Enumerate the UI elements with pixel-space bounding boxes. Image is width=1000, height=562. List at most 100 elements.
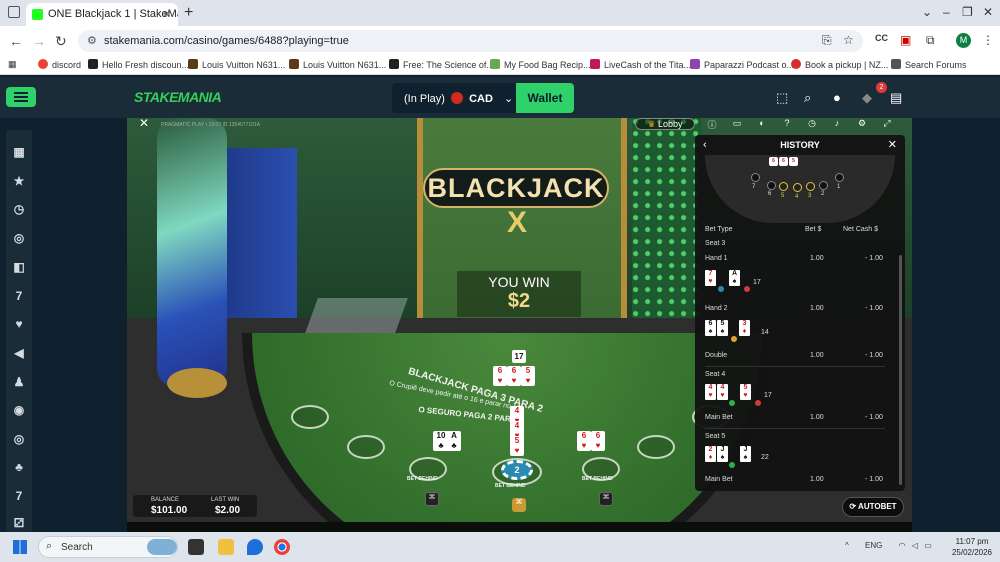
address-bar-row: ← → ↻ ⚙ stakemania.com/casino/games/6488…	[0, 26, 1000, 56]
tab-search-icon[interactable]	[8, 6, 20, 18]
windows-start-icon[interactable]	[13, 540, 27, 554]
bookmark-favicon-icon	[88, 59, 98, 69]
lobby-button[interactable]: ♛ Lobby	[635, 118, 695, 130]
extensions-puzzle-icon[interactable]: ⧉	[926, 33, 935, 48]
back-chevron-icon[interactable]: ‹	[703, 135, 707, 155]
history-scrollbar[interactable]	[899, 255, 902, 485]
sidebar-seven-icon[interactable]: 7	[12, 489, 26, 503]
more-menu-icon[interactable]: ⋮	[982, 33, 994, 47]
camera-icon[interactable]: ◷	[805, 118, 819, 130]
bet-spot[interactable]	[347, 435, 385, 459]
hand-label: Main Bet	[705, 476, 733, 483]
chat-icon[interactable]: ▭	[730, 118, 744, 130]
seat-dot	[793, 183, 802, 192]
balance-selector[interactable]: (In Play) CAD ⌄	[392, 83, 516, 113]
game-close-icon[interactable]: ✕	[139, 118, 149, 130]
profile-avatar[interactable]: M	[956, 33, 971, 48]
tab-close-icon[interactable]: ×	[163, 7, 170, 21]
site-logo[interactable]: STAKEMANIA	[134, 89, 222, 105]
seat-icon[interactable]: ⌘	[512, 498, 526, 512]
seat-icon[interactable]: ⌘	[425, 492, 439, 506]
sidebar-coin-icon[interactable]: ◉	[12, 403, 26, 417]
history-card: J ♠	[740, 446, 751, 462]
stats-icon[interactable]: ◐	[755, 118, 769, 130]
hand-label: Hand 1	[705, 255, 728, 262]
url-field[interactable]: ⚙ stakemania.com/casino/games/6488?playi…	[78, 30, 863, 52]
bookmark-favicon-icon	[490, 59, 500, 69]
wallet-button[interactable]: Wallet	[516, 83, 574, 113]
close-window-button[interactable]: ✕	[983, 5, 993, 19]
site-info-icon[interactable]: ⚙	[87, 34, 97, 47]
chrome-icon[interactable]	[274, 539, 290, 555]
hand-label: Double	[705, 352, 728, 359]
minimize-button[interactable]: –	[943, 5, 950, 19]
bookmark-item[interactable]: Louis Vuitton N631...	[188, 59, 285, 70]
bookmark-item[interactable]: Search Forums	[891, 59, 967, 70]
browser-tab[interactable]: ONE Blackjack 1 | StakeMa ×	[26, 3, 178, 26]
bet-spot[interactable]	[637, 435, 675, 459]
bookmark-item[interactable]: My Food Bag Recip...	[490, 59, 591, 70]
sidebar-history-icon[interactable]: ◷	[12, 202, 26, 216]
apps-grid-icon[interactable]: ▦	[8, 59, 17, 70]
autobet-button[interactable]: ⟳ AUTOBET	[842, 497, 904, 517]
language-indicator[interactable]: ENG	[865, 541, 882, 550]
bookmark-item[interactable]: Free: The Science of...	[389, 59, 494, 70]
clock[interactable]: 11:07 pm 25/02/2026	[947, 536, 997, 558]
settings-icon[interactable]: ⚙	[855, 118, 869, 130]
volume-icon[interactable]: ◁	[912, 541, 918, 550]
drop-app-icon[interactable]	[247, 539, 263, 555]
task-view-icon[interactable]	[188, 539, 204, 555]
sidebar-megaphone-icon[interactable]: ◀	[12, 346, 26, 360]
system-tray[interactable]: ^ ENG ◠ ◁ ▭	[845, 541, 932, 550]
bookmark-star-icon[interactable]: ☆	[843, 33, 854, 47]
maximize-button[interactable]: ❐	[962, 5, 973, 19]
sidebar-cards-icon[interactable]: ♣	[12, 460, 26, 474]
sidebar-bookmark-icon[interactable]: ◧	[12, 260, 26, 274]
seat-icon[interactable]: ⌘	[599, 492, 613, 506]
sidebar-poker-chip-icon[interactable]: ◎	[12, 432, 26, 446]
battery-icon[interactable]: ▭	[924, 541, 932, 550]
bulb-icon[interactable]: ⓘ	[705, 118, 719, 130]
bookmark-item[interactable]: Hello Fresh discoun...	[88, 59, 189, 70]
file-explorer-icon[interactable]	[218, 539, 234, 555]
forward-arrow-icon[interactable]: →	[32, 33, 46, 49]
close-icon[interactable]: ✕	[888, 135, 897, 155]
fullscreen-icon[interactable]: ⤢	[880, 118, 894, 130]
sidebar-chess-icon[interactable]: ♟	[12, 375, 26, 389]
seat-number: 4	[795, 194, 799, 200]
bet-spot[interactable]	[291, 405, 329, 429]
gift-icon[interactable]: ⬚	[776, 90, 788, 106]
bookmark-favicon-icon	[590, 59, 600, 69]
bookmark-item[interactable]: LiveCash of the Tita...	[590, 59, 691, 70]
sidebar-calendar-icon[interactable]: ▦	[12, 145, 26, 159]
chevron-up-icon[interactable]: ^	[845, 541, 849, 550]
back-arrow-icon[interactable]: ←	[9, 33, 23, 49]
extension-cc-icon[interactable]: CC	[875, 33, 888, 43]
sidebar-star-icon[interactable]: ★	[12, 174, 26, 188]
search-icon[interactable]: ⌕	[804, 90, 811, 106]
new-tab-button[interactable]: +	[184, 4, 193, 22]
install-icon[interactable]: ⎘	[822, 33, 832, 48]
sidebar-seven-icon[interactable]: 7	[12, 289, 26, 303]
chat-icon[interactable]: ▤	[890, 90, 902, 106]
balance-label: (In Play)	[404, 93, 445, 105]
bookmark-item[interactable]: Paparazzi Podcast o...	[690, 59, 794, 70]
extension-red-icon[interactable]: ▣	[900, 33, 911, 47]
help-icon[interactable]: ?	[780, 118, 794, 130]
sidebar-target-icon[interactable]: ◎	[12, 231, 26, 245]
reload-icon[interactable]: ↻	[55, 33, 67, 50]
user-icon[interactable]: ●	[833, 90, 841, 105]
bookmark-item[interactable]: Book a pickup | NZ...	[791, 59, 888, 70]
sidebar-dice-icon[interactable]: ⚂	[12, 516, 26, 530]
hamburger-menu-button[interactable]	[6, 87, 36, 107]
wifi-icon[interactable]: ◠	[899, 541, 906, 550]
tab-list-icon[interactable]: ⌄	[922, 5, 932, 19]
bookmark-item[interactable]: Louis Vuitton N631...	[289, 59, 386, 70]
widget-icon[interactable]	[147, 539, 177, 555]
volume-icon[interactable]: ♪	[830, 118, 844, 130]
bell-icon[interactable]: ◆	[862, 90, 872, 106]
history-card: 7 ♥	[705, 270, 716, 286]
sidebar-heart-icon[interactable]: ♥	[12, 317, 26, 331]
bookmark-item[interactable]: discord	[38, 59, 81, 70]
favicon-icon	[32, 9, 43, 20]
